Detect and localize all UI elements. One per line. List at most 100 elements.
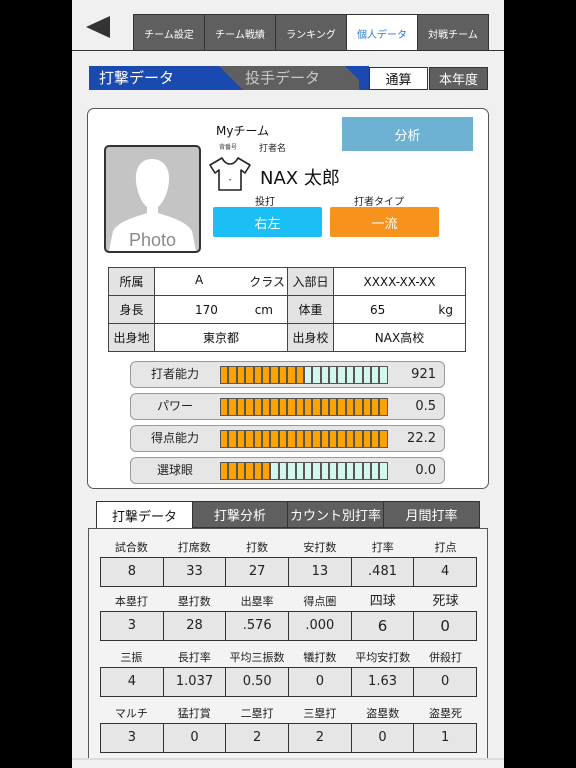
- tab-team-settings[interactable]: チーム設定: [133, 14, 205, 51]
- ability-bar-scoring: 得点能力 22.2: [130, 425, 445, 452]
- gauge-segment-filled: [379, 430, 388, 448]
- stat-label: 併殺打: [429, 651, 463, 664]
- header-divider: [72, 50, 504, 51]
- affiliation-value: A: [195, 273, 204, 287]
- weight-value: 65: [370, 302, 386, 317]
- gauge-segment-empty: [371, 462, 380, 480]
- stat-label: 平均三振数: [229, 651, 285, 664]
- stat-value: 0: [351, 724, 415, 752]
- gauge-segment-filled: [295, 430, 304, 448]
- weight-unit: kg: [438, 302, 453, 317]
- stat-label: 打席数: [177, 541, 211, 554]
- gauge-segment-filled: [245, 398, 254, 416]
- tab-ranking[interactable]: ランキング: [275, 14, 347, 51]
- gauge-segment-empty: [303, 462, 313, 480]
- tab-team-record[interactable]: チーム戦績: [204, 14, 276, 51]
- tab-count-average[interactable]: カウント別打率: [287, 501, 384, 528]
- stat-label: 盗塁死: [429, 707, 463, 720]
- stat-value: 1: [414, 724, 477, 752]
- stat-value: 0.50: [226, 668, 290, 696]
- tab-opponent-team[interactable]: 対戦チーム: [417, 14, 489, 51]
- gauge-segment-filled: [362, 398, 372, 416]
- period-this-year-button[interactable]: 本年度: [429, 67, 488, 90]
- gauge-segment-empty: [329, 366, 338, 384]
- stat-label: 試合数: [114, 541, 148, 554]
- gauge-segment-filled: [329, 430, 338, 448]
- gauge-segment-filled: [345, 398, 355, 416]
- stats-headers: 三振 長打率 平均三振数 犠打数 平均安打数 併殺打: [100, 649, 477, 667]
- stat-value: 0: [289, 668, 352, 696]
- gauge-segment-filled: [228, 430, 237, 448]
- ability-value: 0.0: [415, 463, 436, 478]
- uniform-number: -: [228, 175, 231, 185]
- gauge-segment-empty: [320, 366, 330, 384]
- gauge-segment-empty: [379, 462, 388, 480]
- gauge-segment-filled: [228, 462, 237, 480]
- segment-pitching-data[interactable]: 投手データ: [219, 66, 359, 90]
- ability-label: パワー: [156, 399, 193, 413]
- uniform-number-label: 背番号: [219, 144, 238, 151]
- analysis-button[interactable]: 分析: [342, 117, 473, 151]
- stat-value: 2: [289, 724, 352, 752]
- stat-label: 犠打数: [303, 651, 337, 664]
- gauge-segment-filled: [320, 398, 330, 416]
- hometown-label: 出身地: [108, 323, 155, 352]
- stat-value: 3: [101, 612, 164, 640]
- stat-label: 二塁打: [240, 707, 274, 720]
- player-name: NAX 太郎: [260, 168, 340, 189]
- gauge-segment-empty: [345, 366, 355, 384]
- stat-value: 4: [414, 558, 477, 586]
- gauge-segment-empty: [379, 366, 388, 384]
- back-button[interactable]: [84, 13, 112, 41]
- stat-label: 平均安打数: [355, 651, 411, 664]
- player-info-table: 所属 A クラス 入部日 XXXX-XX-XX 身長 170 cm 体重 65 kg …: [108, 267, 466, 352]
- stat-value: .000: [289, 612, 352, 640]
- tab-batting-analysis[interactable]: 打撃分析: [192, 501, 288, 528]
- batting-stats-panel: 試合数 打席数 打数 安打数 打率 打点 8 33 27 13 .481 4 本…: [88, 528, 488, 758]
- gauge-segment-filled: [270, 366, 279, 384]
- gauge-segment-filled: [354, 398, 363, 416]
- period-total-button[interactable]: 通算: [369, 67, 428, 90]
- stats-headers: 本塁打 塁打数 出塁率 得点圏 四球 死球: [100, 593, 477, 611]
- gauge-segment-filled: [371, 430, 380, 448]
- gauge-segment-empty: [362, 462, 372, 480]
- stat-value: 4: [101, 668, 164, 696]
- segment-batting-data[interactable]: 打撃データ: [89, 66, 229, 90]
- gauge-segment-filled: [220, 462, 229, 480]
- gauge-segment-filled: [261, 462, 271, 480]
- gauge-segment-empty: [345, 462, 355, 480]
- gauge-segment-filled: [337, 430, 346, 448]
- stat-value: 0: [414, 668, 477, 696]
- stat-value: 8: [101, 558, 164, 586]
- gauge-segment-filled: [236, 398, 246, 416]
- gauge-segment-filled: [253, 398, 262, 416]
- gauge-segment-filled: [278, 430, 288, 448]
- uniform-shirt-icon: -: [207, 156, 253, 192]
- stats-values: 3 28 .576 .000 6 0: [100, 611, 477, 641]
- stat-label: 塁打数: [177, 595, 211, 608]
- gauge-segment-filled: [253, 366, 262, 384]
- stat-label: 猛打賞: [177, 707, 211, 720]
- gauge-segment-empty: [337, 366, 346, 384]
- stats-group: 試合数 打席数 打数 安打数 打率 打点 8 33 27 13 .481 4: [100, 539, 477, 587]
- stat-label: マルチ: [114, 707, 148, 720]
- stat-value: 1.63: [351, 668, 415, 696]
- tab-batting-data[interactable]: 打撃データ: [96, 501, 193, 528]
- tab-monthly-average[interactable]: 月間打率: [383, 501, 480, 528]
- gauge-segment-empty: [329, 462, 338, 480]
- gauge-segment-filled: [278, 366, 288, 384]
- gauge-segment-filled: [320, 430, 330, 448]
- gauge-segment-filled: [236, 366, 246, 384]
- tab-personal-data[interactable]: 個人データ: [346, 14, 418, 51]
- gauge-segment-empty: [278, 462, 288, 480]
- gauge-segment-filled: [371, 398, 380, 416]
- height-cell: 170 cm: [154, 295, 288, 324]
- gauge-segment-empty: [287, 462, 296, 480]
- gauge-segment-empty: [303, 366, 313, 384]
- player-photo: Photo: [104, 145, 201, 253]
- stat-label: 安打数: [303, 541, 337, 554]
- stats-group: 本塁打 塁打数 出塁率 得点圏 四球 死球 3 28 .576 .000 6 0: [100, 593, 477, 641]
- gauge-segment-filled: [287, 398, 296, 416]
- gauge-segment-empty: [371, 366, 380, 384]
- height-unit: cm: [254, 302, 273, 317]
